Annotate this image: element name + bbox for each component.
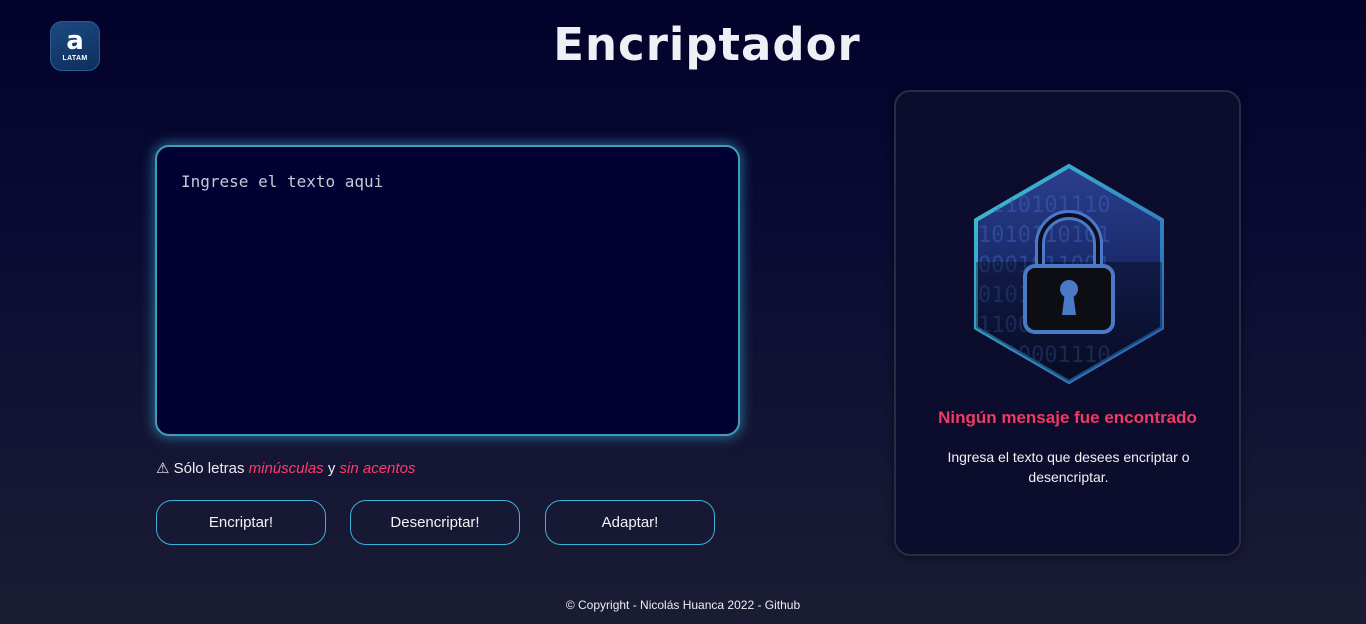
warning-highlight-no-accents: sin acentos: [339, 460, 416, 477]
no-message-title: Ningún mensaje fue encontrado: [938, 408, 1197, 427]
result-panel: 0110101110 1010110101 0001011001 0101001…: [894, 90, 1241, 556]
footer: © Copyright - Nicolás Huanca 2022 - Gith…: [565, 598, 801, 612]
decrypt-button[interactable]: Desencriptar!: [350, 500, 520, 545]
warning-highlight-lowercase: minúsculas: [248, 460, 324, 477]
encrypt-button[interactable]: Encriptar!: [156, 500, 326, 545]
adapt-button[interactable]: Adaptar!: [545, 500, 715, 545]
padlock-illustration-icon: 0110101110 1010110101 0001011001 0101001…: [974, 163, 1164, 385]
warning-text: ⚠ Sólo letras: [156, 460, 249, 477]
warning-text-middle: y: [323, 460, 340, 477]
input-warning: ⚠ Sólo letras minúsculas y sin acentos: [156, 459, 415, 477]
text-input-container: [155, 145, 740, 436]
text-input[interactable]: [157, 147, 738, 434]
page-title: Encriptador: [553, 18, 861, 71]
no-message-description: Ingresa el texto que desees encriptar o …: [947, 449, 1190, 485]
